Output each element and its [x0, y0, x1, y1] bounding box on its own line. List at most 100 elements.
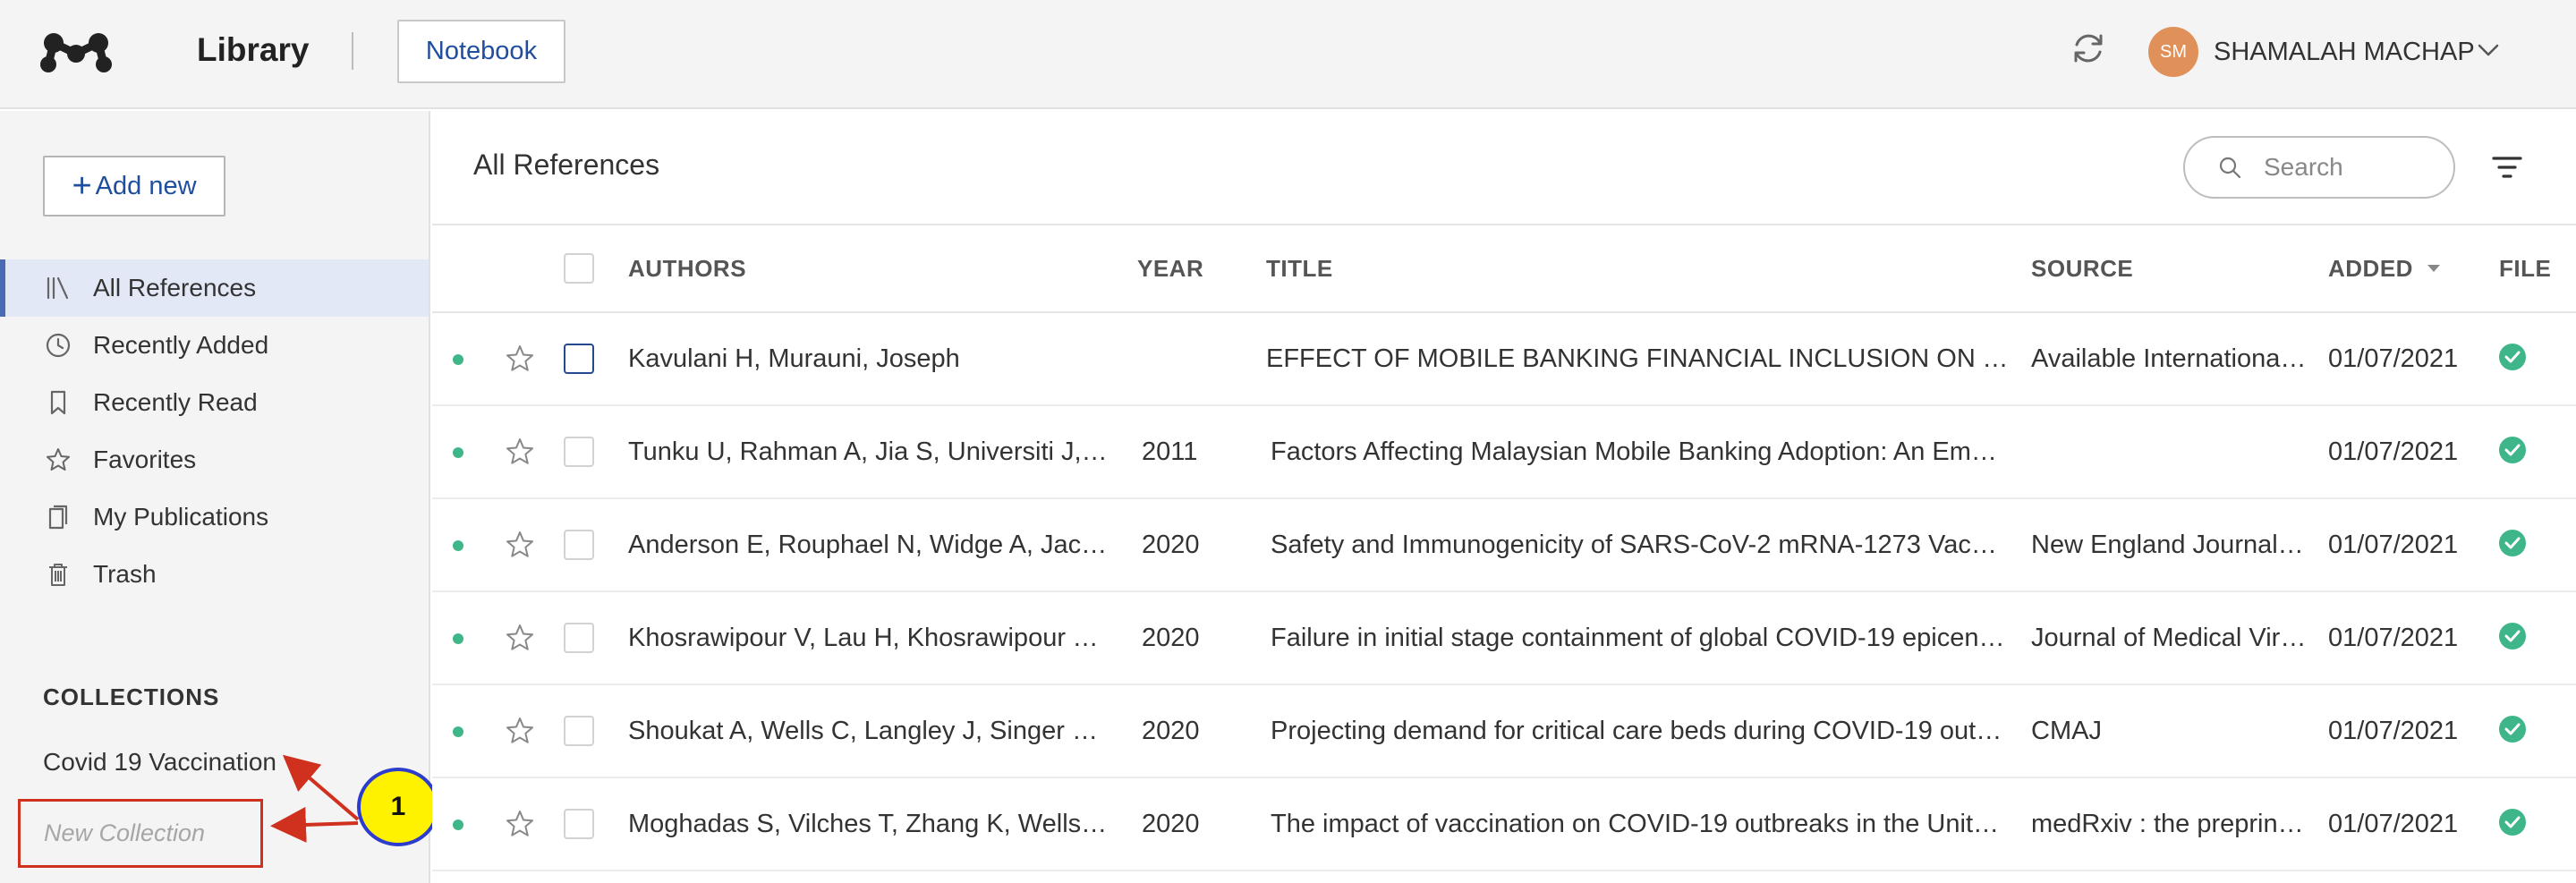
notebook-button[interactable]: Notebook: [397, 20, 565, 83]
sidebar-item-label: Recently Read: [93, 388, 258, 416]
divider: [352, 32, 353, 70]
cell-source: medRxiv : the preprin…: [2031, 809, 2304, 838]
file-available-icon[interactable]: [2499, 437, 2526, 463]
user-name[interactable]: SHAMALAH MACHAP: [2214, 36, 2475, 68]
cell-source: [2031, 406, 2308, 497]
unread-dot-icon: [453, 819, 463, 830]
column-header-added-label: ADDED: [2328, 254, 2413, 282]
cell-added: 01/07/2021: [2328, 437, 2459, 466]
sidebar-item-all-references[interactable]: All References: [0, 259, 429, 317]
library-icon: [45, 275, 72, 301]
table-row[interactable]: Tunku U, Rahman A, Jia S, Universiti J, …: [432, 406, 2576, 499]
cell-source: Available Internationa…: [2031, 344, 2307, 373]
cell-year: [1142, 313, 1249, 404]
column-header-title[interactable]: TITLE: [1266, 225, 1333, 311]
sidebar-item-my-publications[interactable]: My Publications: [0, 488, 429, 546]
cell-title: Projecting demand for critical care beds…: [1271, 716, 2009, 745]
sidebar-item-label: Trash: [93, 560, 157, 588]
chevron-down-icon[interactable]: [2477, 41, 2500, 59]
row-checkbox[interactable]: [564, 809, 594, 839]
cell-authors: Shoukat A, Wells C, Langley J, Singer B,…: [628, 716, 1111, 745]
search-input[interactable]: Search: [2183, 136, 2455, 199]
cell-added: 01/07/2021: [2328, 530, 2459, 559]
row-checkbox[interactable]: [564, 716, 594, 746]
unread-dot-icon: [453, 726, 463, 737]
table-row[interactable]: Kavulani H, Murauni, Joseph EFFECT OF MO…: [432, 313, 2576, 406]
filter-icon[interactable]: [2492, 154, 2522, 181]
file-available-icon[interactable]: [2499, 809, 2526, 836]
cell-title: EFFECT OF MOBILE BANKING FINANCIAL INCLU…: [1266, 344, 2009, 373]
cell-added: 01/07/2021: [2328, 716, 2459, 745]
main-panel: All References Search AUTHORS YEAR TITLE…: [432, 111, 2576, 883]
avatar[interactable]: SM: [2148, 27, 2198, 77]
cell-title: The impact of vaccination on COVID-19 ou…: [1271, 809, 2009, 838]
row-checkbox[interactable]: [564, 437, 594, 467]
cell-year: 2020: [1142, 530, 1200, 559]
sidebar-item-trash[interactable]: Trash: [0, 546, 429, 603]
new-collection-input[interactable]: New Collection: [18, 799, 263, 868]
cell-year: 2020: [1142, 809, 1200, 838]
row-checkbox[interactable]: [564, 623, 594, 653]
cell-authors: Anderson E, Rouphael N, Widge A, Jack…: [628, 530, 1111, 559]
search-icon: [2219, 157, 2241, 179]
column-header-file[interactable]: FILE: [2499, 225, 2551, 311]
select-all-checkbox-cell[interactable]: [564, 225, 594, 311]
table-row[interactable]: Khosrawipour V, Lau H, Khosrawipour T,… …: [432, 592, 2576, 685]
cell-title: Failure in initial stage containment of …: [1271, 623, 2009, 652]
sidebar-item-label: Recently Added: [93, 331, 269, 359]
clock-icon: [45, 332, 72, 359]
collection-item[interactable]: Covid 19 Vaccination: [43, 748, 276, 777]
file-available-icon[interactable]: [2499, 716, 2526, 743]
cell-source: Journal of Medical Vir…: [2031, 623, 2307, 652]
bookmark-icon: [45, 389, 72, 416]
cell-authors: Khosrawipour V, Lau H, Khosrawipour T,…: [628, 623, 1111, 652]
star-icon[interactable]: [505, 344, 535, 374]
add-new-label: Add new: [95, 171, 197, 200]
app-title: Library: [197, 31, 310, 68]
publications-icon: [45, 504, 72, 531]
column-header-authors[interactable]: AUTHORS: [628, 225, 746, 311]
sync-icon[interactable]: [2069, 29, 2108, 68]
unread-dot-icon: [453, 633, 463, 644]
cell-year: 2020: [1142, 716, 1200, 745]
star-icon[interactable]: [505, 716, 535, 746]
column-header-added[interactable]: ADDED: [2328, 225, 2442, 311]
cell-source: CMAJ: [2031, 716, 2102, 745]
sidebar-item-recently-added[interactable]: Recently Added: [0, 317, 429, 374]
sort-down-icon: [2427, 265, 2440, 272]
star-icon[interactable]: [505, 530, 535, 560]
table-row[interactable]: Anderson E, Rouphael N, Widge A, Jack… 2…: [432, 499, 2576, 592]
trash-icon: [45, 561, 72, 588]
column-header-source[interactable]: SOURCE: [2031, 225, 2133, 311]
cell-title: Safety and Immunogenicity of SARS-CoV-2 …: [1271, 530, 2009, 559]
cell-year: 2020: [1142, 623, 1200, 652]
row-checkbox[interactable]: [564, 344, 594, 374]
cell-year: 2011: [1142, 437, 1198, 466]
star-icon[interactable]: [505, 437, 535, 467]
select-all-checkbox[interactable]: [564, 253, 594, 284]
mendeley-logo-icon[interactable]: [39, 29, 113, 75]
file-available-icon[interactable]: [2499, 623, 2526, 650]
star-icon[interactable]: [505, 809, 535, 839]
table-row[interactable]: Shoukat A, Wells C, Langley J, Singer B,…: [432, 685, 2576, 778]
sidebar-item-recently-read[interactable]: Recently Read: [0, 374, 429, 431]
cell-title: Factors Affecting Malaysian Mobile Banki…: [1271, 437, 2009, 466]
cell-authors: Moghadas S, Vilches T, Zhang K, Wells …: [628, 809, 1111, 838]
annotation-callout: 1: [357, 768, 439, 846]
table-row[interactable]: Moghadas S, Vilches T, Zhang K, Wells … …: [432, 778, 2576, 871]
row-checkbox[interactable]: [564, 530, 594, 560]
star-icon: [45, 446, 72, 473]
search-placeholder: Search: [2264, 153, 2343, 181]
unread-dot-icon: [453, 447, 463, 458]
sidebar-item-label: All References: [93, 274, 257, 301]
file-available-icon[interactable]: [2499, 344, 2526, 370]
sidebar-item-favorites[interactable]: Favorites: [0, 431, 429, 488]
sidebar-nav: All References Recently Added Recently R…: [0, 259, 429, 603]
collections-title: COLLECTIONS: [43, 683, 220, 710]
file-available-icon[interactable]: [2499, 530, 2526, 556]
add-new-button[interactable]: + Add new: [43, 156, 225, 217]
table-header: AUTHORS YEAR TITLE SOURCE ADDED FILE: [432, 224, 2576, 313]
unread-dot-icon: [453, 540, 463, 551]
column-header-year[interactable]: YEAR: [1137, 225, 1203, 311]
star-icon[interactable]: [505, 623, 535, 653]
